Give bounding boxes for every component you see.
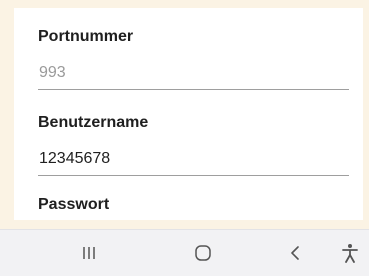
home-icon	[195, 245, 211, 261]
password-label: Passwort	[38, 196, 110, 213]
system-navigation-bar	[0, 229, 369, 276]
account-settings-form: Portnummer Benutzername Passwort	[14, 8, 363, 220]
app-window: Portnummer Benutzername Passwort	[0, 0, 369, 229]
home-button[interactable]	[178, 230, 228, 276]
username-label: Benutzername	[38, 114, 149, 131]
back-icon	[291, 246, 299, 260]
recents-button[interactable]	[64, 230, 114, 276]
port-input[interactable]	[38, 61, 349, 90]
recents-icon	[83, 247, 95, 259]
port-label: Portnummer	[38, 28, 134, 45]
username-input[interactable]	[38, 147, 349, 176]
accessibility-button[interactable]	[330, 230, 369, 276]
back-button[interactable]	[270, 230, 320, 276]
accessibility-icon	[342, 244, 358, 263]
